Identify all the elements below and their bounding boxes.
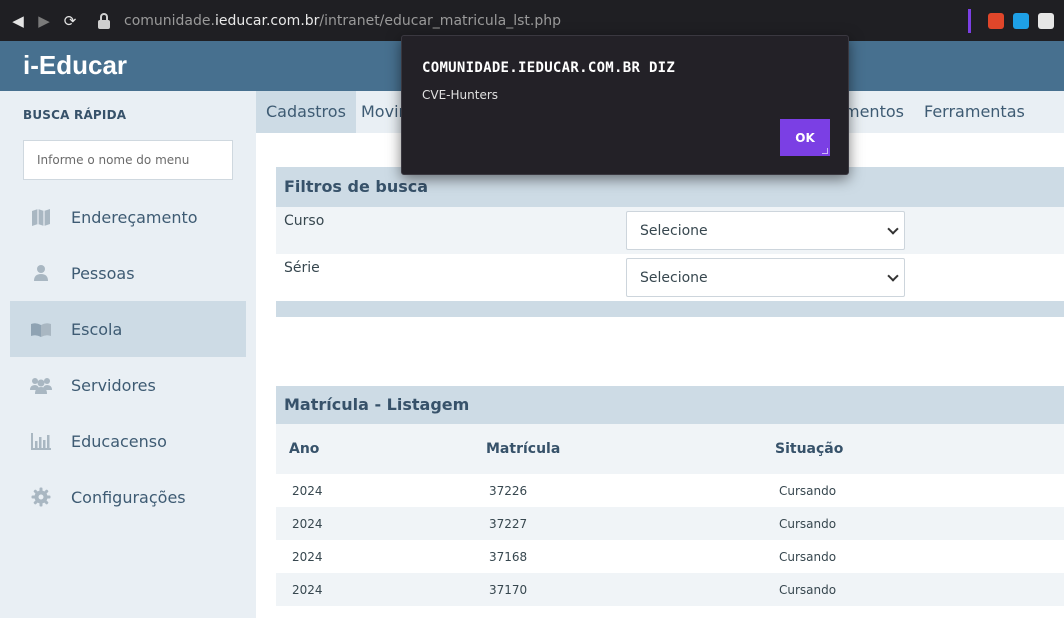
cell-ano[interactable]: 2024 bbox=[292, 517, 323, 531]
bar-chart-icon bbox=[31, 433, 51, 450]
sidebar-item-configuracoes[interactable]: Configurações bbox=[10, 469, 246, 525]
extensions-area bbox=[968, 0, 1064, 41]
group-icon bbox=[30, 378, 52, 394]
sidebar-item-label: Servidores bbox=[71, 375, 156, 395]
cell-matricula[interactable]: 37168 bbox=[489, 550, 527, 564]
table-row[interactable]: 2024 37227 Cursando bbox=[276, 507, 1064, 540]
blue-extension-icon[interactable] bbox=[1013, 12, 1029, 29]
url-domain: ieducar.com.br bbox=[214, 12, 320, 29]
toolbar-separator bbox=[968, 8, 971, 33]
filter-row-serie: Série Selecione bbox=[276, 254, 1064, 301]
table-row[interactable]: 2024 37170 Cursando bbox=[276, 573, 1064, 606]
home-extension-icon[interactable] bbox=[988, 12, 1004, 29]
ok-button-label: OK bbox=[795, 130, 815, 145]
url-prefix: comunidade. bbox=[124, 12, 215, 29]
sidebar-title: BUSCA RÁPIDA bbox=[23, 108, 127, 122]
dialog-title: COMUNIDADE.IEDUCAR.COM.BR DIZ bbox=[422, 60, 676, 76]
resize-grip-icon bbox=[822, 148, 828, 154]
tab-ferramentas[interactable]: Ferramentas bbox=[914, 91, 1035, 133]
column-header-matricula[interactable]: Matrícula bbox=[486, 441, 560, 457]
alert-dialog: COMUNIDADE.IEDUCAR.COM.BR DIZ CVE-Hunter… bbox=[401, 35, 849, 175]
url-path: /intranet/educar_matricula_lst.php bbox=[319, 12, 561, 29]
cell-situacao[interactable]: Cursando bbox=[779, 583, 836, 597]
listing-title: Matrícula - Listagem bbox=[276, 386, 1064, 424]
serie-select[interactable]: Selecione bbox=[626, 258, 905, 297]
table-row[interactable]: 2024 37168 Cursando bbox=[276, 540, 1064, 573]
chevron-down-icon bbox=[887, 223, 899, 235]
serie-label: Série bbox=[284, 260, 320, 276]
curso-select-value: Selecione bbox=[640, 223, 708, 239]
cell-situacao[interactable]: Cursando bbox=[779, 517, 836, 531]
map-icon bbox=[32, 209, 50, 226]
sidebar-item-pessoas[interactable]: Pessoas bbox=[10, 245, 246, 301]
document-extension-icon[interactable] bbox=[1038, 12, 1054, 29]
sidebar-item-servidores[interactable]: Servidores bbox=[10, 357, 246, 413]
column-header-ano[interactable]: Ano bbox=[289, 441, 319, 457]
cell-ano[interactable]: 2024 bbox=[292, 583, 323, 597]
sidebar: BUSCA RÁPIDA Endereçamento Pessoas Escol… bbox=[0, 91, 256, 618]
sidebar-item-label: Endereçamento bbox=[71, 207, 198, 227]
cell-matricula[interactable]: 37226 bbox=[489, 484, 527, 498]
cell-ano[interactable]: 2024 bbox=[292, 484, 323, 498]
chevron-down-icon bbox=[887, 270, 899, 282]
sidebar-item-label: Escola bbox=[71, 319, 123, 339]
sidebar-item-label: Configurações bbox=[71, 487, 186, 507]
gear-icon bbox=[31, 487, 51, 507]
brand-logo[interactable]: i-Educar bbox=[23, 50, 127, 81]
back-arrow-icon[interactable]: ◀ bbox=[5, 12, 31, 30]
reload-icon[interactable]: ⟳ bbox=[57, 12, 83, 30]
cell-ano[interactable]: 2024 bbox=[292, 550, 323, 564]
filter-row-curso: Curso Selecione bbox=[276, 207, 1064, 254]
cell-matricula[interactable]: 37227 bbox=[489, 517, 527, 531]
lock-icon[interactable] bbox=[97, 12, 111, 29]
dialog-message: CVE-Hunters bbox=[422, 88, 499, 102]
serie-select-value: Selecione bbox=[640, 270, 708, 286]
table-row[interactable]: 2024 37226 Cursando bbox=[276, 474, 1064, 507]
address-bar[interactable]: comunidade.ieducar.com.br/intranet/educa… bbox=[124, 13, 561, 29]
sidebar-item-educacenso[interactable]: Educacenso bbox=[10, 413, 246, 469]
cell-situacao[interactable]: Cursando bbox=[779, 550, 836, 564]
sidebar-item-label: Pessoas bbox=[71, 263, 135, 283]
cell-situacao[interactable]: Cursando bbox=[779, 484, 836, 498]
book-icon bbox=[31, 323, 51, 337]
menu-search-input[interactable] bbox=[23, 140, 233, 180]
sidebar-item-escola[interactable]: Escola bbox=[10, 301, 246, 357]
person-icon bbox=[34, 265, 48, 281]
filters-footer bbox=[276, 301, 1064, 317]
tab-cadastros[interactable]: Cadastros bbox=[256, 91, 356, 133]
sidebar-item-enderecamento[interactable]: Endereçamento bbox=[10, 189, 246, 245]
curso-select[interactable]: Selecione bbox=[626, 211, 905, 250]
ok-button[interactable]: OK bbox=[780, 119, 830, 156]
table-header: Ano Matrícula Situação bbox=[276, 424, 1064, 474]
cell-matricula[interactable]: 37170 bbox=[489, 583, 527, 597]
curso-label: Curso bbox=[284, 213, 325, 229]
column-header-situacao[interactable]: Situação bbox=[775, 441, 843, 457]
sidebar-item-label: Educacenso bbox=[71, 431, 167, 451]
forward-arrow-icon[interactable]: ▶ bbox=[31, 12, 57, 30]
